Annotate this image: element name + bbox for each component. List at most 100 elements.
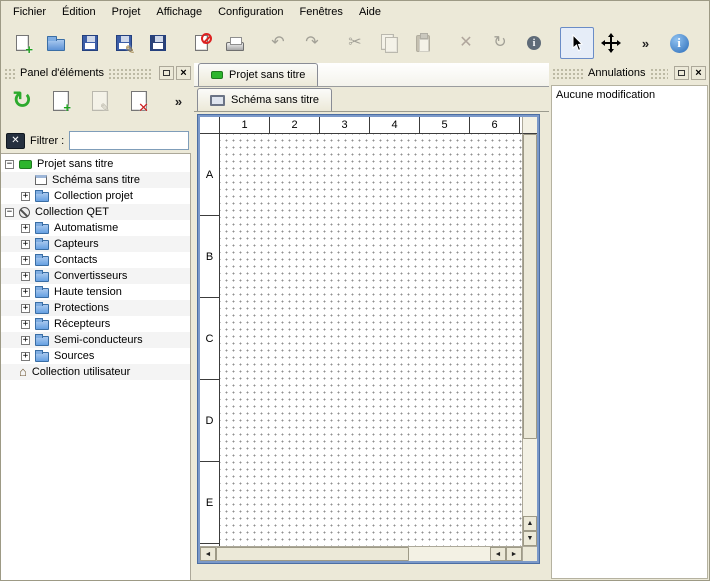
menu-affichage[interactable]: Affichage — [148, 3, 210, 21]
menu-projet[interactable]: Projet — [104, 3, 149, 21]
expand-expander-icon[interactable]: + — [21, 272, 30, 281]
tree-item-projet-sans-titre[interactable]: − Projet sans titre — [1, 156, 190, 172]
new-document-button[interactable]: + — [5, 27, 39, 59]
tree-item-label: Projet sans titre — [37, 158, 113, 170]
menu-fichier[interactable]: Fichier — [5, 3, 54, 21]
scroll-right-button[interactable]: ► — [506, 547, 522, 561]
expand-expander-icon[interactable]: + — [21, 320, 30, 329]
folder-icon — [35, 256, 49, 266]
toolbar-overflow-button[interactable]: » — [628, 27, 662, 59]
close-file-icon — [201, 33, 212, 44]
close-file-button[interactable] — [184, 27, 218, 59]
collapse-expander-icon[interactable]: − — [5, 160, 14, 169]
tree-item-collection-projet[interactable]: + Collection projet — [1, 188, 190, 204]
main-toolbar: + ✎ ↶ ↷ ✂ — [1, 23, 709, 63]
tree-item-recepteurs[interactable]: + Récepteurs — [1, 316, 190, 332]
vertical-scrollbar[interactable]: ▲ ▼ — [522, 134, 537, 546]
menu-aide[interactable]: Aide — [351, 3, 389, 21]
menu-configuration[interactable]: Configuration — [210, 3, 291, 21]
redo-button[interactable]: ↷ — [295, 27, 329, 59]
menu-edition[interactable]: Édition — [54, 3, 104, 21]
tree-item-sources[interactable]: + Sources — [1, 348, 190, 364]
reload-collections-button[interactable]: ↻ — [7, 86, 37, 116]
tree-item-convertisseurs[interactable]: + Convertisseurs — [1, 268, 190, 284]
undo-history-list[interactable]: Aucune modification — [551, 85, 708, 579]
scroll-down-button[interactable]: ▼ — [523, 531, 537, 546]
tree-item-haute-tension[interactable]: + Haute tension — [1, 284, 190, 300]
tree-item-collection-qet[interactable]: − Collection QET — [1, 204, 190, 220]
delete-element-button[interactable]: ✕ — [124, 86, 154, 116]
dock-grip[interactable] — [650, 68, 669, 79]
expand-expander-icon[interactable]: + — [21, 336, 30, 345]
close-button[interactable]: × — [176, 66, 191, 80]
collapse-expander-icon[interactable]: − — [5, 208, 14, 217]
copy-button[interactable] — [372, 27, 406, 59]
cut-button[interactable]: ✂ — [338, 27, 372, 59]
filter-input[interactable] — [69, 131, 189, 150]
tree-item-collection-utilisateur[interactable]: ⌂ Collection utilisateur — [1, 364, 190, 380]
float-icon — [678, 70, 685, 76]
select-tool-button[interactable] — [560, 27, 594, 59]
save-all-button[interactable] — [141, 27, 175, 59]
float-button[interactable] — [674, 66, 689, 80]
help-button[interactable]: i — [662, 27, 696, 59]
scrollbar-corner — [522, 117, 537, 134]
tree-item-schema-sans-titre[interactable]: Schéma sans titre — [1, 172, 190, 188]
tab-projet-sans-titre[interactable]: Projet sans titre — [198, 63, 318, 86]
tab-schema-sans-titre[interactable]: Schéma sans titre — [197, 88, 332, 111]
new-element-button[interactable]: + — [46, 86, 76, 116]
vertical-scrollbar-thumb[interactable] — [523, 134, 537, 439]
expand-expander-icon[interactable]: + — [21, 304, 30, 313]
schema-tab-bar: Schéma sans titre — [194, 87, 549, 112]
row-label: E — [200, 462, 219, 544]
save-button[interactable] — [73, 27, 107, 59]
rotate-button[interactable]: ↻ — [483, 27, 517, 59]
expand-expander-icon[interactable]: + — [21, 288, 30, 297]
float-button[interactable] — [159, 66, 174, 80]
plus-icon: + — [25, 45, 33, 55]
horizontal-scrollbar[interactable]: ◄ ◄ ► — [200, 546, 522, 561]
diagram-canvas[interactable] — [220, 134, 522, 546]
expand-expander-icon[interactable]: + — [21, 352, 30, 361]
tree-item-protections[interactable]: + Protections — [1, 300, 190, 316]
scroll-up-button[interactable]: ▲ — [523, 516, 537, 531]
dock-grip[interactable] — [4, 68, 16, 79]
clear-filter-button[interactable]: ✕ — [6, 133, 25, 149]
dock-grip[interactable] — [108, 68, 153, 79]
undo-button[interactable]: ↶ — [261, 27, 295, 59]
print-button[interactable] — [218, 27, 252, 59]
scroll-left-button[interactable]: ◄ — [490, 547, 506, 561]
scroll-left-button[interactable]: ◄ — [200, 547, 216, 561]
edit-element-button[interactable]: ✎ — [85, 86, 115, 116]
move-tool-button[interactable] — [594, 27, 628, 59]
menu-fenetres[interactable]: Fenêtres — [292, 3, 351, 21]
row-label: A — [200, 134, 219, 216]
save-as-button[interactable]: ✎ — [107, 27, 141, 59]
paste-button[interactable] — [406, 27, 440, 59]
expand-expander-icon[interactable]: + — [21, 192, 30, 201]
undo-panel-titlebar[interactable]: Annulations × — [552, 65, 706, 81]
tree-item-automatisme[interactable]: + Automatisme — [1, 220, 190, 236]
schema-icon — [35, 175, 47, 185]
expand-expander-icon[interactable]: + — [21, 224, 30, 233]
tree-item-contacts[interactable]: + Contacts — [1, 252, 190, 268]
help-overflow-button[interactable]: » — [696, 27, 710, 59]
open-project-button[interactable] — [39, 27, 73, 59]
tree-item-label: Haute tension — [54, 286, 122, 298]
dock-grip[interactable] — [552, 68, 584, 79]
close-button[interactable]: × — [691, 66, 706, 80]
tree-item-capteurs[interactable]: + Capteurs — [1, 236, 190, 252]
tree-item-semi-conducteurs[interactable]: + Semi-conducteurs — [1, 332, 190, 348]
info-button[interactable]: i — [517, 27, 551, 59]
panel-overflow-button[interactable]: » — [163, 86, 193, 116]
horizontal-scrollbar-thumb[interactable] — [216, 547, 409, 561]
expand-expander-icon[interactable]: + — [21, 240, 30, 249]
row-label: D — [200, 380, 219, 462]
scroll-up-icon: ▲ — [527, 520, 534, 527]
delete-button[interactable]: ✕ — [449, 27, 483, 59]
expand-expander-icon[interactable]: + — [21, 256, 30, 265]
clipboard-icon — [416, 35, 430, 52]
elements-panel-titlebar[interactable]: Panel d'éléments × — [4, 65, 191, 81]
undo-panel-dock: Annulations × Aucune modification — [549, 63, 709, 580]
workspace: Projet sans titre Schéma sans titre 1 2 … — [194, 63, 549, 580]
